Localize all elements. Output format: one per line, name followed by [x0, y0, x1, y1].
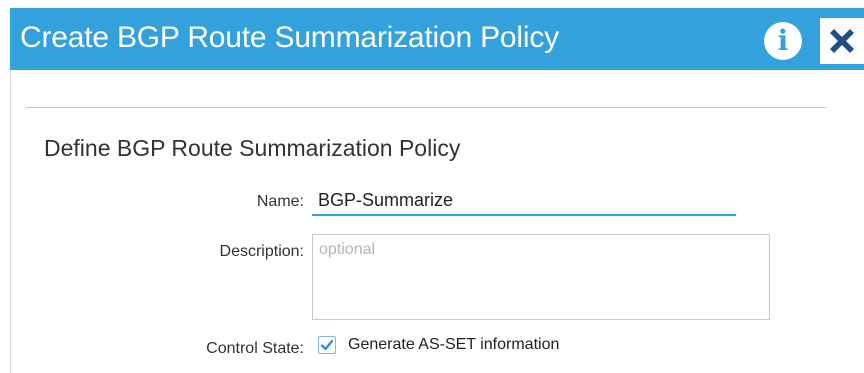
section-title: Define BGP Route Summarization Policy: [44, 135, 461, 161]
name-input[interactable]: [312, 186, 736, 216]
description-label: Description:: [219, 243, 304, 260]
dialog-title: Create BGP Route Summarization Policy: [20, 21, 559, 54]
info-button[interactable]: i: [764, 22, 802, 60]
dialog-left-border: [10, 70, 11, 373]
info-icon: i: [777, 24, 789, 57]
generate-as-set-label[interactable]: Generate AS-SET information: [348, 336, 559, 354]
control-state-label: Control State:: [206, 340, 304, 357]
close-icon: [830, 29, 854, 53]
close-button[interactable]: [820, 18, 864, 64]
create-bgp-route-summarization-dialog: Create BGP Route Summarization Policy i …: [0, 0, 864, 373]
description-input[interactable]: [312, 234, 770, 320]
generate-as-set-checkbox[interactable]: [318, 336, 336, 354]
checkmark-icon: [320, 339, 334, 351]
header-divider: [26, 107, 826, 108]
name-label: Name:: [256, 193, 304, 210]
dialog-titlebar: Create BGP Route Summarization Policy i: [10, 8, 864, 70]
